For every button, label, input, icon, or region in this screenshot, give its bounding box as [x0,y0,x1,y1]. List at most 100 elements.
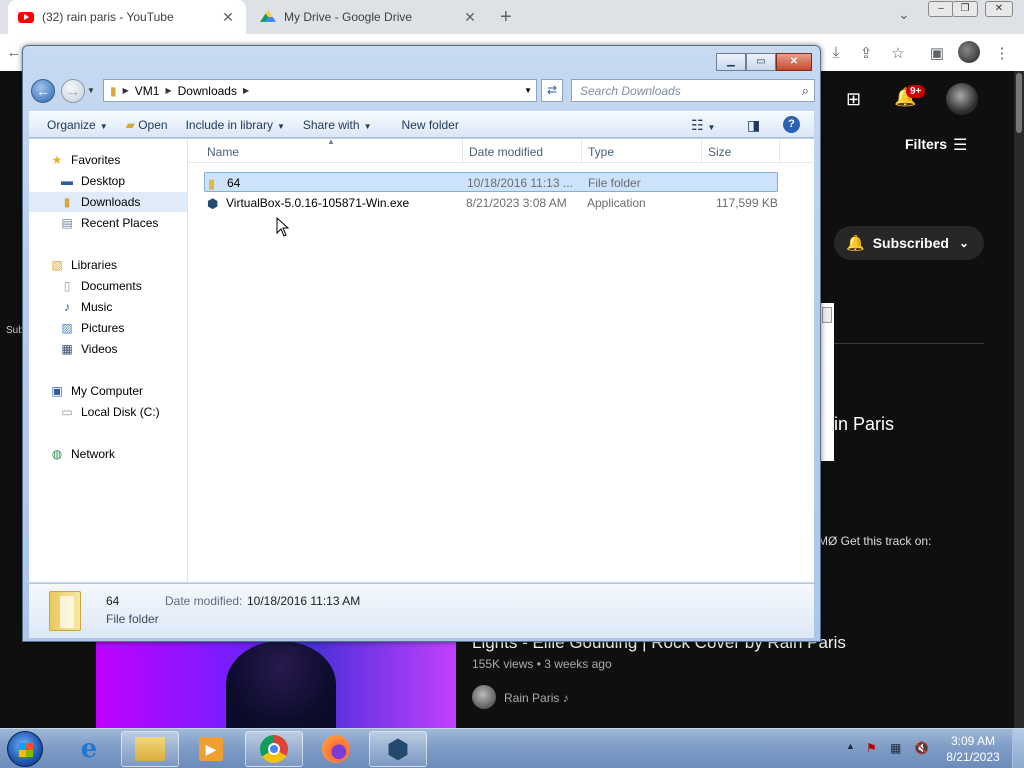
start-button[interactable] [7,731,43,767]
account-avatar[interactable] [946,83,978,115]
video-thumbnail[interactable] [96,641,456,728]
breadcrumb-separator-icon[interactable]: ▶ [165,86,171,95]
nav-downloads[interactable]: ▮ Downloads [29,192,187,212]
channel-name[interactable]: Rain Paris ♪ [504,691,569,705]
taskbar-chrome[interactable] [245,731,303,767]
column-date-modified[interactable]: Date modified [469,145,543,159]
include-in-library-button[interactable]: Include in library ▼ [186,118,285,132]
column-divider[interactable] [462,139,463,163]
pictures-icon: ▨ [61,321,73,335]
column-size[interactable]: Size [708,145,731,159]
explorer-window: ▁ ▭ ✕ ← → ▼ ▮ ▶ VM1 ▶ Downloads ▶ ▼ ⇄ Se… [22,45,821,642]
nav-network[interactable]: ◍ Network [49,444,115,464]
libraries-icon: ▧ [51,258,63,272]
show-hidden-icons[interactable]: ▲ [846,741,855,751]
subscribed-button[interactable]: 🔔 Subscribed ⌄ [834,226,984,260]
file-row[interactable]: ⬢ VirtualBox-5.0.16-105871-Win.exe 8/21/… [204,193,778,213]
search-input[interactable]: Search Downloads ⌕ [571,79,815,102]
windows-logo-icon [19,743,33,757]
close-icon[interactable]: ✕ [776,53,812,71]
forward-arrow-icon[interactable]: → [61,79,85,103]
command-bar: Organize ▼ ▰ Open Include in library ▼ Sha… [29,111,814,138]
column-divider[interactable] [779,139,780,163]
nav-favorites[interactable]: ★ Favorites [49,150,121,170]
channel-avatar[interactable] [472,685,496,709]
internet-explorer-icon: e [80,734,98,764]
side-panel-icon[interactable]: ▣ [927,44,947,64]
taskbar-explorer[interactable] [121,731,179,767]
change-view-icon[interactable]: ☷ ▼ [691,117,715,134]
file-row[interactable]: ▮ 64 10/18/2016 11:13 ... File folder [204,172,778,192]
taskbar-firefox[interactable] [307,731,365,767]
details-date-label: Date modified: [165,594,243,608]
nav-music[interactable]: ♪ Music [59,297,112,317]
nav-local-disk[interactable]: ▭ Local Disk (C:) [59,402,159,422]
refresh-icon[interactable]: ⇄ [541,79,563,102]
virtualbox-icon: ⬢ [207,196,219,211]
profile-avatar[interactable] [958,41,980,63]
close-tab-icon[interactable]: ✕ [220,9,236,26]
organize-button[interactable]: Organize ▼ [47,118,108,132]
restore-icon[interactable]: ❐ [952,1,978,17]
file-name: VirtualBox-5.0.16-105871-Win.exe [226,196,410,210]
menu-kebab-icon[interactable]: ⋮ [992,44,1012,64]
filters-label[interactable]: Filters [905,136,947,152]
firefox-icon [322,735,350,763]
column-name[interactable]: Name [207,145,239,159]
nav-recent-places[interactable]: ▤ Recent Places [59,213,158,233]
address-dropdown-icon[interactable]: ▼ [524,86,532,95]
new-tab-button[interactable]: + [500,6,512,29]
maximize-icon[interactable]: ▭ [746,53,776,71]
tab-google-drive[interactable]: My Drive - Google Drive ✕ [250,0,488,34]
nav-my-computer[interactable]: ▣ My Computer [49,381,143,401]
column-type[interactable]: Type [588,145,614,159]
column-divider[interactable] [581,139,582,163]
breadcrumb-vm1[interactable]: VM1 [135,84,160,98]
recent-places-icon: ▤ [61,216,73,230]
preview-pane-icon[interactable]: ◨ [747,117,760,134]
file-size: 117,599 KB [716,196,778,210]
volume-muted-icon[interactable]: 🔇 [914,741,929,755]
system-clock[interactable]: 3:09 AM 8/21/2023 [944,733,1002,765]
documents-icon: ▯ [63,279,71,293]
tab-search-icon[interactable]: ⌄ [898,6,910,23]
taskbar-media-player[interactable]: ▶ [182,731,240,767]
page-scrollbar[interactable] [1014,71,1024,728]
new-folder-button[interactable]: New folder [401,118,458,132]
address-bar[interactable]: ▮ ▶ VM1 ▶ Downloads ▶ ▼ [103,79,537,102]
close-window-icon[interactable]: ✕ [985,1,1013,17]
taskbar-virtualbox[interactable]: ⬢ [369,731,427,767]
download-icon[interactable]: ⤓ [826,44,846,64]
youtube-icon [18,11,34,23]
share-icon[interactable]: ⇪ [856,44,876,64]
breadcrumb-separator-icon[interactable]: ▶ [243,86,249,95]
column-divider[interactable] [701,139,702,163]
breadcrumb-downloads[interactable]: Downloads [178,84,237,98]
recent-pages-dropdown-icon[interactable]: ▼ [87,86,95,95]
nav-pictures[interactable]: ▨ Pictures [59,318,124,338]
nav-documents[interactable]: ▯ Documents [59,276,142,296]
filter-sliders-icon[interactable]: ☰ [953,135,967,155]
back-arrow-icon[interactable]: ← [31,79,55,103]
bookmark-star-icon[interactable]: ☆ [888,44,908,64]
network-tray-icon[interactable]: ▦ [890,741,901,755]
open-button[interactable]: ▰ Open [126,118,168,132]
caption-buttons: ▁ ▭ ✕ [716,53,812,71]
share-with-button[interactable]: Share with ▼ [303,118,372,132]
breadcrumb-separator-icon[interactable]: ▶ [123,86,129,95]
help-icon[interactable]: ? [783,116,800,133]
nav-videos[interactable]: ▦ Videos [59,339,117,359]
nav-libraries[interactable]: ▧ Libraries [49,255,117,275]
minimize-icon[interactable]: ▁ [716,53,746,71]
nav-desktop[interactable]: ▬ Desktop [59,171,125,191]
details-type: File folder [106,612,159,626]
taskbar-ie[interactable]: e [60,731,118,767]
tab-youtube[interactable]: (32) rain paris - YouTube ✕ [8,0,246,34]
minimize-icon[interactable]: ‒ [928,1,954,17]
back-icon[interactable]: ← [4,44,24,64]
show-desktop-button[interactable] [1012,729,1024,768]
search-icon[interactable]: ⌕ [802,83,809,99]
create-video-icon[interactable]: ⊞ [846,89,861,110]
action-center-flag-icon[interactable]: ⚑ [866,741,877,755]
close-tab-icon[interactable]: ✕ [462,9,478,26]
